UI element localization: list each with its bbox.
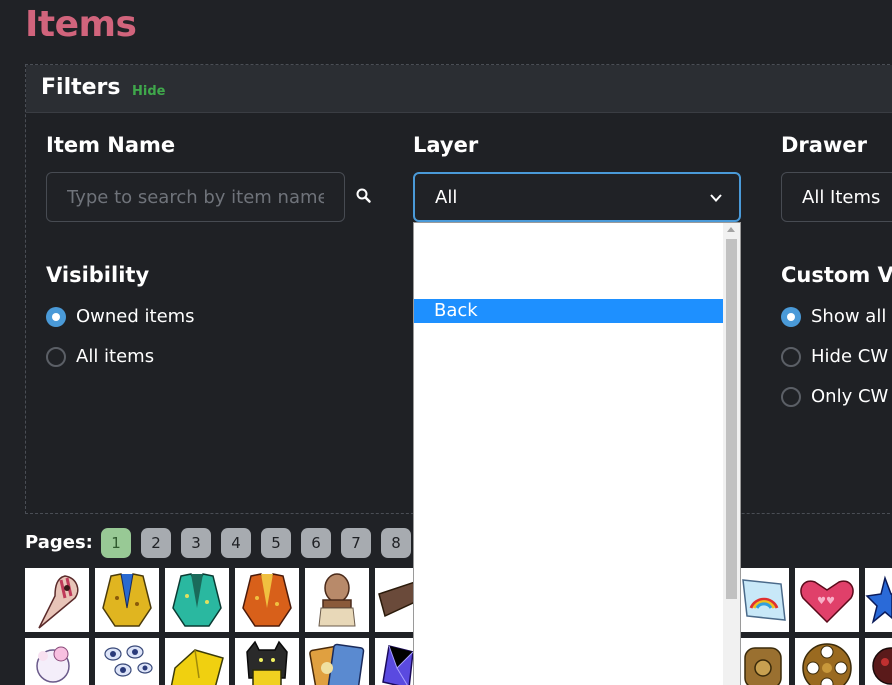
item-tile-yellow-cloth[interactable] bbox=[165, 638, 229, 685]
radio-label: Show all bbox=[811, 306, 887, 327]
pages-label: Pages: bbox=[25, 532, 93, 553]
page-button-7[interactable]: 7 bbox=[341, 528, 371, 558]
filters-hide-link[interactable]: Hide bbox=[132, 84, 165, 99]
dropdown-option-back[interactable]: Back bbox=[414, 299, 724, 323]
radio-checked-icon[interactable] bbox=[46, 306, 66, 327]
custom-label: Custom V bbox=[781, 263, 892, 287]
item-tile-crystal[interactable] bbox=[375, 638, 415, 685]
item-tile-plague-mask[interactable] bbox=[25, 568, 89, 632]
item-tile-tarot-cards[interactable] bbox=[305, 638, 369, 685]
visibility-all-radio[interactable]: All items bbox=[46, 346, 154, 367]
dropdown-scrollbar[interactable] bbox=[723, 223, 740, 685]
page-button-8[interactable]: 8 bbox=[381, 528, 411, 558]
page-button-5[interactable]: 5 bbox=[261, 528, 291, 558]
item-tile-brass-flower[interactable] bbox=[795, 638, 859, 685]
rainbow-pillow-icon bbox=[742, 579, 786, 621]
wood-plank-icon bbox=[378, 581, 415, 618]
layer-dropdown-list[interactable]: Back bbox=[413, 222, 741, 685]
page-title: Items bbox=[25, 4, 137, 45]
yellow-vest-icon bbox=[102, 573, 152, 627]
item-tile-heart-pillow[interactable]: ♥♥ bbox=[795, 568, 859, 632]
filters-title: Filters bbox=[41, 75, 121, 100]
radio-label: Owned items bbox=[76, 306, 195, 327]
dark-ornament-icon bbox=[872, 647, 892, 685]
eyeballs-icon bbox=[104, 645, 153, 677]
item-tile-eyeballs[interactable] bbox=[95, 638, 159, 685]
visibility-owned-radio[interactable]: Owned items bbox=[46, 306, 195, 327]
custom-only-cw-radio[interactable]: Only CW bbox=[781, 386, 888, 407]
item-tile-cat-tote[interactable] bbox=[235, 638, 299, 685]
yellow-cloth-icon bbox=[170, 649, 224, 685]
radio-checked-icon[interactable] bbox=[781, 306, 801, 327]
item-tile-wood-plank[interactable] bbox=[375, 568, 415, 632]
radio-unchecked-icon[interactable] bbox=[46, 346, 66, 367]
item-tile-rainbow-pillow[interactable] bbox=[741, 568, 789, 632]
item-tile-white-creature[interactable] bbox=[25, 638, 89, 685]
page-button-3[interactable]: 3 bbox=[181, 528, 211, 558]
layer-select[interactable]: All bbox=[413, 172, 741, 222]
custom-hide-cw-radio[interactable]: Hide CW bbox=[781, 346, 888, 367]
page-button-2[interactable]: 2 bbox=[141, 528, 171, 558]
item-tile-brass-gear[interactable] bbox=[741, 638, 789, 685]
white-creature-icon bbox=[36, 646, 70, 683]
brass-flower-icon bbox=[802, 643, 852, 685]
dropdown-option[interactable] bbox=[414, 223, 724, 247]
dropdown-option[interactable] bbox=[414, 271, 724, 295]
chevron-down-icon bbox=[710, 194, 722, 202]
page-button-4[interactable]: 4 bbox=[221, 528, 251, 558]
item-name-label: Item Name bbox=[46, 133, 176, 157]
plague-mask-icon bbox=[38, 575, 79, 629]
layer-select-value: All bbox=[435, 186, 458, 208]
orange-vest-icon bbox=[242, 573, 292, 627]
drawer-select-value: All Items bbox=[802, 186, 881, 208]
blue-star-icon bbox=[865, 575, 892, 625]
page-button-1[interactable]: 1 bbox=[101, 528, 131, 558]
radio-label: Only CW bbox=[811, 386, 889, 407]
tarot-cards-icon bbox=[309, 643, 365, 685]
item-name-search-input[interactable] bbox=[46, 172, 345, 222]
filters-header: Filters Hide bbox=[26, 65, 892, 113]
radio-label: All items bbox=[76, 346, 155, 367]
drawer-label: Drawer bbox=[781, 133, 867, 157]
drawer-select[interactable]: All Items bbox=[781, 172, 892, 222]
layer-label: Layer bbox=[413, 133, 479, 157]
radio-unchecked-icon[interactable] bbox=[781, 346, 801, 367]
search-icon[interactable] bbox=[355, 187, 373, 205]
cat-tote-icon bbox=[246, 640, 288, 685]
radio-label: Hide CW bbox=[811, 346, 889, 367]
brush-icon bbox=[318, 573, 356, 627]
item-tile-blue-star[interactable] bbox=[865, 568, 892, 632]
crystal-icon bbox=[382, 645, 414, 685]
brass-gear-icon bbox=[744, 647, 782, 685]
scroll-up-arrow-icon[interactable] bbox=[727, 227, 735, 232]
page-button-6[interactable]: 6 bbox=[301, 528, 331, 558]
custom-show-all-radio[interactable]: Show all bbox=[781, 306, 886, 327]
item-tile-teal-vest[interactable] bbox=[165, 568, 229, 632]
visibility-label: Visibility bbox=[46, 263, 150, 287]
heart-pillow-icon: ♥♥ bbox=[800, 580, 854, 624]
item-tile-yellow-vest[interactable] bbox=[95, 568, 159, 632]
item-tile-orange-vest[interactable] bbox=[235, 568, 299, 632]
teal-vest-icon bbox=[172, 573, 222, 627]
dropdown-option[interactable] bbox=[414, 247, 724, 271]
radio-unchecked-icon[interactable] bbox=[781, 386, 801, 407]
scrollbar-thumb[interactable] bbox=[726, 239, 737, 599]
item-tile-brush[interactable] bbox=[305, 568, 369, 632]
svg-text:♥♥: ♥♥ bbox=[817, 596, 835, 607]
item-tile-dark-ornament[interactable] bbox=[865, 638, 892, 685]
